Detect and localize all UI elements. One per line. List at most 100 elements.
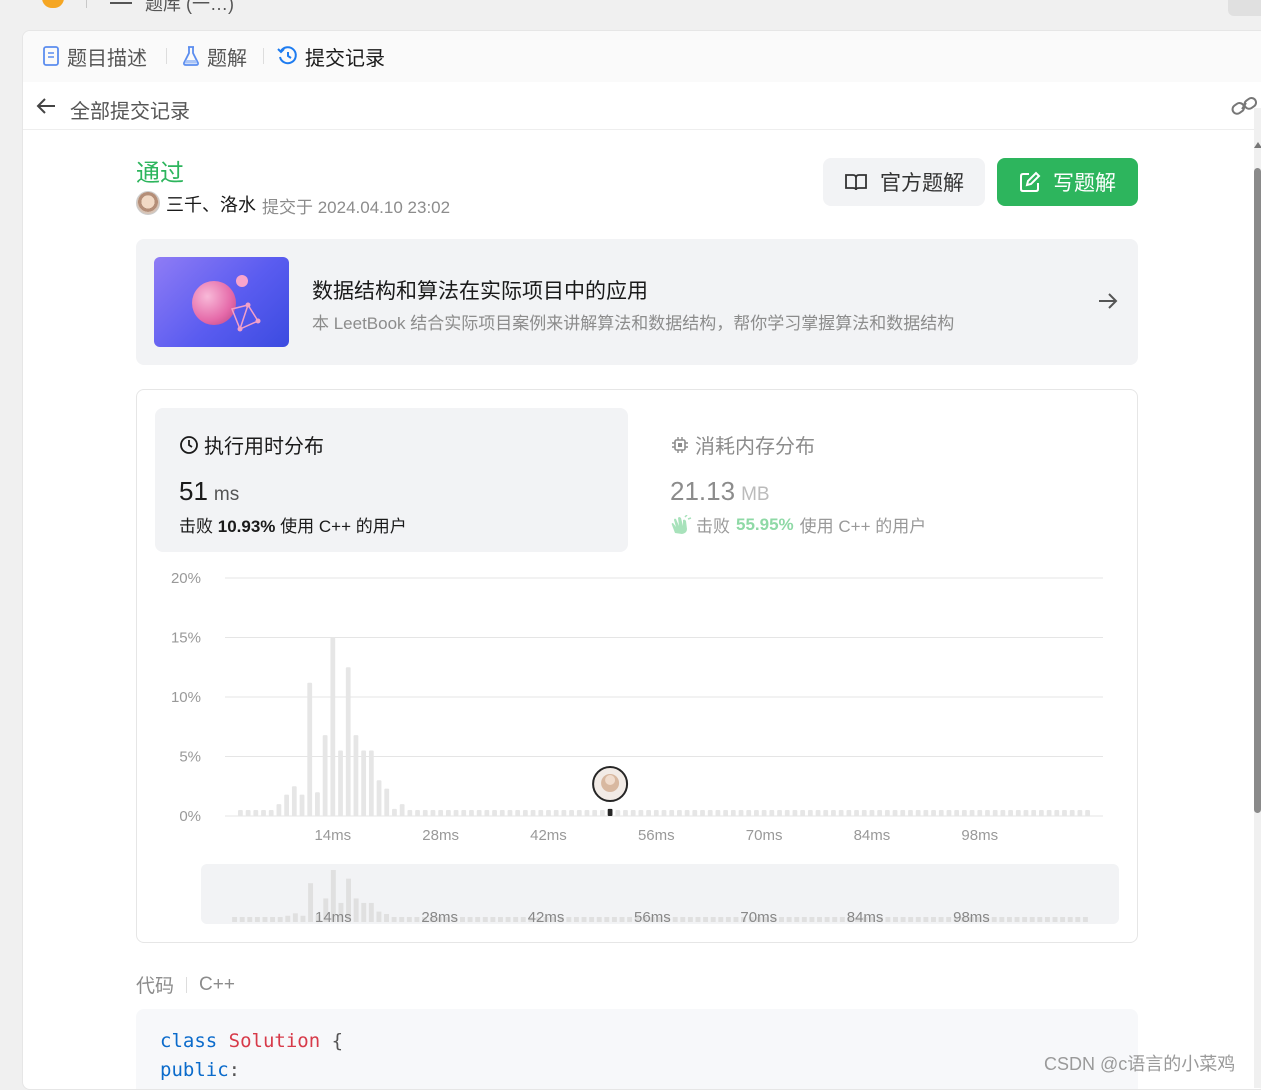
avatar-face-inner xyxy=(605,775,616,785)
bar xyxy=(492,810,497,816)
bar xyxy=(353,735,359,816)
divider xyxy=(186,976,188,993)
mini-bar xyxy=(490,917,496,922)
bar xyxy=(422,810,428,816)
bar xyxy=(384,788,390,816)
bar xyxy=(276,804,282,816)
bar xyxy=(592,810,598,816)
mini-bar xyxy=(589,917,595,922)
scrollbar[interactable] xyxy=(1254,108,1261,1088)
official-solution-button[interactable]: 官方题解 xyxy=(823,158,985,206)
bar xyxy=(538,810,544,816)
bar xyxy=(923,810,929,816)
bar xyxy=(530,810,536,816)
author-name[interactable]: 三千、洛水 xyxy=(166,191,256,217)
mini-bar xyxy=(1014,917,1020,922)
bar xyxy=(931,810,936,816)
scrollbar-thumb[interactable] xyxy=(1254,168,1261,813)
arrow-right-icon[interactable] xyxy=(1096,289,1120,313)
mini-bar xyxy=(467,917,473,922)
bar xyxy=(476,810,482,816)
bar xyxy=(484,810,490,816)
bar xyxy=(1054,810,1060,816)
divider xyxy=(166,48,167,64)
mini-bar xyxy=(695,917,701,922)
tab-description[interactable]: 题目描述 xyxy=(41,43,147,70)
x-tick-label: 70ms xyxy=(746,827,783,844)
bar xyxy=(954,810,960,816)
mini-bar xyxy=(391,917,397,922)
button-label: 写题解 xyxy=(1053,172,1116,195)
bar xyxy=(253,810,259,816)
x-tick-label: 56ms xyxy=(638,827,675,844)
code-header: 代码 C++ xyxy=(136,971,235,998)
beat-prefix: 击败 xyxy=(696,517,730,536)
mini-bar xyxy=(999,917,1005,922)
code-block[interactable]: class Solution { public: xyxy=(136,1009,1138,1089)
tab-solutions[interactable]: 题解 xyxy=(181,43,247,70)
mini-bar xyxy=(604,917,610,922)
mini-bar xyxy=(931,917,936,922)
memory-card[interactable]: 消耗内存分布 21.13 MB 击败 55.95% 使用 C++ 的用户 xyxy=(670,408,1110,552)
mini-bar xyxy=(1067,917,1073,922)
bar xyxy=(784,810,790,816)
all-submissions-link[interactable]: 全部提交记录 xyxy=(70,95,190,124)
menu-icon[interactable] xyxy=(110,0,132,4)
tab-submissions[interactable]: 提交记录 xyxy=(277,43,385,70)
bar xyxy=(730,810,736,816)
bar xyxy=(407,810,413,816)
bar xyxy=(715,810,721,816)
bar xyxy=(461,810,467,816)
distribution-overview-slider[interactable]: 14ms 28ms 42ms 56ms 70ms 84ms 98ms xyxy=(201,864,1119,926)
mini-bar xyxy=(505,917,511,922)
memory-value-row: 21.13 MB xyxy=(670,476,770,507)
mini-bar xyxy=(817,917,822,922)
x-tick-label: 14ms xyxy=(314,827,351,844)
runtime-value-row: 51 ms xyxy=(179,476,239,507)
bar xyxy=(669,810,675,816)
bar xyxy=(546,810,551,816)
leetbook-banner[interactable]: 数据结构和算法在实际项目中的应用 本 LeetBook 结合实际项目案例来讲解算… xyxy=(136,239,1138,365)
bar xyxy=(584,810,590,816)
mini-bar xyxy=(900,917,906,922)
mini-bar xyxy=(262,917,268,922)
top-right-button[interactable] xyxy=(1228,0,1261,16)
avatar[interactable] xyxy=(136,191,160,215)
bar xyxy=(677,810,682,816)
bar xyxy=(892,810,898,816)
mini-bar xyxy=(406,917,412,922)
bar xyxy=(507,810,513,816)
tab-label: 题目描述 xyxy=(67,47,147,70)
distribution-panel: 执行用时分布 51 ms 击败 10.93% 使用 C++ 的用户 消耗内存分布 … xyxy=(136,389,1138,943)
tab-label: 题解 xyxy=(207,47,247,70)
mini-bar xyxy=(308,883,314,922)
runtime-distribution-chart[interactable]: 20% 15% 10% 5% 0% 14ms 28ms 42ms 56ms 70ms 84ms 98m… xyxy=(137,558,1137,858)
mini-bar xyxy=(361,902,367,922)
problem-list-crumb[interactable]: 题库 (一…) xyxy=(145,0,234,16)
memory-beat: 击败 55.95% 使用 C++ 的用户 xyxy=(670,512,926,537)
bar xyxy=(884,810,890,816)
back-arrow-icon[interactable] xyxy=(35,96,57,116)
mini-bar xyxy=(801,917,807,922)
bar xyxy=(961,810,967,816)
scroll-up-icon[interactable] xyxy=(1254,142,1261,148)
mini-bar xyxy=(376,911,382,922)
y-tick-label: 0% xyxy=(179,808,201,825)
bar xyxy=(977,810,983,816)
bar xyxy=(707,810,713,816)
bar xyxy=(576,810,582,816)
bar xyxy=(338,750,343,816)
code-line: class Solution { xyxy=(160,1027,1114,1056)
mini-bar xyxy=(915,917,921,922)
bar xyxy=(630,810,636,816)
bar xyxy=(815,810,821,816)
bar xyxy=(846,810,852,816)
bar xyxy=(769,810,775,816)
mini-bar xyxy=(627,917,633,922)
clock-icon xyxy=(180,435,198,454)
runtime-card[interactable]: 执行用时分布 51 ms 击败 10.93% 使用 C++ 的用户 xyxy=(155,408,628,552)
mini-bar xyxy=(353,898,359,922)
bar xyxy=(992,810,998,816)
write-solution-button[interactable]: 写题解 xyxy=(997,158,1138,206)
app-logo-icon[interactable] xyxy=(42,0,64,8)
